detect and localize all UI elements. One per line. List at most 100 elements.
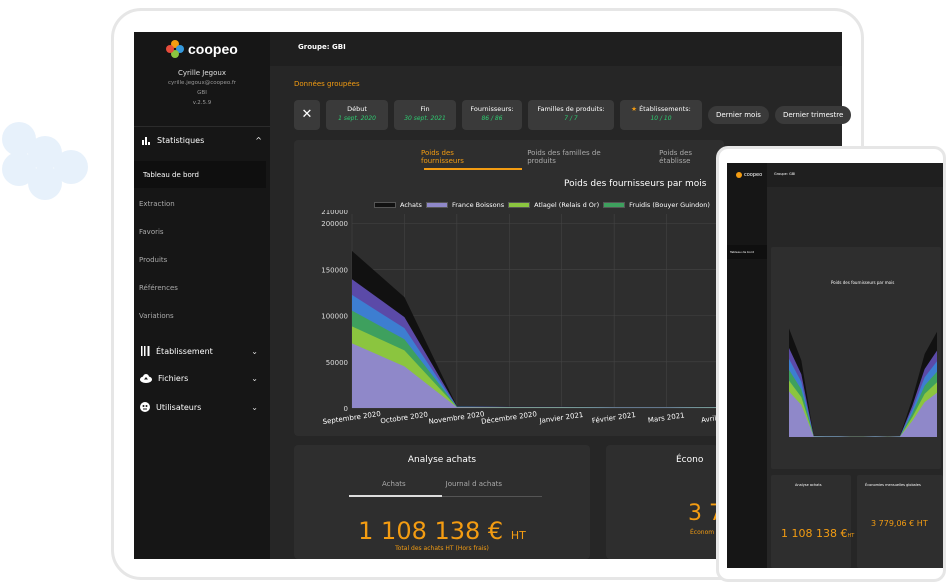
app-version: v.2.5.9	[192, 100, 212, 106]
chevron-down-icon: ⌄	[251, 402, 258, 412]
sidebar-item-label: Établissement	[156, 346, 213, 356]
y-tick-label: 150000	[321, 266, 348, 274]
chart-tabs: Poids des fournisseurs Poids des famille…	[421, 149, 724, 165]
tablet-area-chart	[789, 328, 937, 437]
x-tick-label: Janvier 2021	[538, 411, 584, 425]
legend-label: Atlagel (Relais d Or)	[534, 201, 600, 209]
legend-swatch-france-boissons	[425, 202, 448, 208]
star-icon: ★	[631, 105, 640, 113]
area-chart: 0 50000 100000 150000 200000 210000 Septembre …	[321, 210, 724, 426]
tablet-amount-value: 1 108 138 €	[781, 527, 848, 540]
tablet-screen: coopeo Tableau de bord Groupe: GBI Poids…	[727, 163, 943, 568]
amount-caption: Total des achats HT (Hors frais)	[395, 545, 489, 552]
logo[interactable]: coopeo	[166, 40, 238, 58]
sidebar: coopeo Cyrille Jegoux cyrille.jegoux@coo…	[134, 32, 270, 559]
legend-label: Achats	[400, 201, 422, 209]
chart-panel: Poids des fournisseurs Poids des famille…	[294, 140, 724, 436]
user-group: GBI	[197, 90, 207, 96]
sidebar-item-tableau-de-bord[interactable]: Tableau de bord	[134, 161, 266, 188]
tablet-nav-active[interactable]: Tableau de bord	[727, 245, 767, 259]
filter-value: 10 / 10	[650, 115, 672, 122]
group-label: Groupe: GBI	[298, 43, 346, 51]
tab-poids-fournisseurs[interactable]: Poids des fournisseurs	[421, 149, 497, 165]
tablet-logo-text: coopeo	[744, 172, 763, 178]
tab-underline	[349, 495, 442, 497]
filter-label: Fournisseurs:	[470, 105, 514, 113]
user-block: Cyrille Jegoux cyrille.jegoux@coopeo.fr …	[134, 68, 270, 108]
legend-label: France Boissons	[451, 201, 505, 209]
economy-panel: Écono 3 7 Économ	[606, 445, 723, 559]
tablet-logo: coopeo	[736, 172, 762, 178]
filter-start-date[interactable]: Début 1 sept. 2020	[326, 100, 388, 130]
tablet-analysis-panel: Analyse achats 1 108 138 €HT	[771, 475, 854, 568]
legend-label: Fruidis (Bouyer Guindon)	[629, 201, 710, 209]
tablet-amount-unit: HT	[847, 533, 855, 539]
tab-journal-achats[interactable]: Journal d achats	[446, 480, 502, 488]
sidebar-item-favoris[interactable]: Favoris	[139, 228, 164, 236]
user-name: Cyrille Jegoux	[178, 69, 226, 77]
preset-last-quarter[interactable]: Dernier trimestre	[774, 106, 852, 124]
sidebar-item-extraction[interactable]: Extraction	[139, 200, 175, 208]
filter-suppliers[interactable]: Fournisseurs: 86 / 86	[462, 100, 522, 130]
tablet-amount: 1 108 138 €HT	[781, 527, 854, 540]
y-tick-label: 50000	[326, 359, 348, 367]
tablet-chart-panel: Poids des fournisseurs par mois	[771, 247, 941, 469]
filter-label-text: Établissements:	[639, 105, 691, 113]
filter-label: ★ Établissements:	[628, 104, 694, 114]
tablet-analysis-title: Analyse achats	[795, 483, 822, 487]
cutlery-icon	[141, 346, 150, 356]
logo-icon	[736, 172, 742, 178]
section-title: Données groupées	[294, 80, 360, 88]
analysis-panel: Analyse achats Achats Journal d achats 1…	[294, 445, 590, 559]
bar-chart-icon	[142, 136, 150, 145]
legend-swatch-atlagel	[508, 202, 531, 208]
sidebar-item-etablissement[interactable]: Établissement ⌄	[140, 346, 258, 356]
filter-value: 30 sept. 2021	[404, 115, 446, 122]
y-tick-label: 0	[344, 405, 348, 413]
tab-divider	[442, 496, 542, 497]
chevron-down-icon: ⌄	[251, 346, 258, 356]
sidebar-item-references[interactable]: Références	[139, 284, 178, 292]
tablet-chart-title: Poids des fournisseurs par mois	[831, 280, 895, 285]
preset-last-month[interactable]: Dernier mois	[708, 106, 769, 124]
x-tick-label: Février 2021	[591, 411, 636, 425]
chevron-up-icon: ^	[255, 136, 262, 145]
amount-unit: HT	[510, 529, 526, 542]
economy-title: Écono	[676, 455, 704, 465]
tablet-sidebar: coopeo Tableau de bord	[727, 163, 767, 568]
filter-value: 86 / 86	[481, 115, 503, 122]
x-tick-label: Mars 2021	[647, 411, 685, 424]
x-tick-label: Septembre 2020	[322, 410, 381, 426]
chevron-down-icon: ⌄	[251, 374, 258, 383]
analysis-tabs: Achats Journal d achats	[382, 480, 502, 488]
x-tick-label: Octobre 2020	[380, 411, 429, 426]
x-tick-label: Novembre 2020	[428, 410, 485, 426]
filter-row: ✕ Début 1 sept. 2020 Fin 30 sept. 2021 F…	[294, 100, 852, 130]
logo-icon	[166, 40, 184, 58]
tablet-economy-panel: Économies mensuelles globales 3 779,06 €…	[857, 475, 943, 568]
chart-title: Poids des fournisseurs par mois	[564, 179, 707, 189]
tab-achats[interactable]: Achats	[382, 480, 406, 488]
economy-caption: Économ	[690, 529, 715, 536]
filter-end-date[interactable]: Fin 30 sept. 2021	[394, 100, 456, 130]
sidebar-item-fichiers[interactable]: Fichiers ⌄	[140, 374, 258, 383]
sidebar-item-utilisateurs[interactable]: Utilisateurs ⌄	[140, 402, 258, 412]
tab-poids-familles[interactable]: Poids des familles de produits	[527, 149, 629, 165]
close-button[interactable]: ✕	[294, 100, 320, 130]
filter-product-families[interactable]: Familles de produits: 7 / 7	[528, 100, 614, 130]
user-email: cyrille.jegoux@coopeo.fr	[167, 80, 237, 86]
tablet-economy-title: Économies mensuelles globales	[865, 483, 921, 487]
y-tick-label: 210000	[321, 210, 348, 216]
sidebar-item-statistiques[interactable]: Statistiques ^	[142, 136, 262, 145]
logo-text: coopeo	[188, 41, 238, 57]
tablet-group-label: Groupe: GBI	[774, 172, 796, 176]
x-tick-label: Décembre 2020	[481, 410, 538, 426]
filter-establishments[interactable]: ★ Établissements: 10 / 10	[620, 100, 702, 130]
tablet-economy-amount: 3 779,06 € HT	[871, 519, 928, 528]
filter-value: 1 sept. 2020	[338, 115, 376, 122]
sidebar-item-produits[interactable]: Produits	[139, 256, 167, 264]
sidebar-item-label: Utilisateurs	[156, 402, 202, 412]
tab-poids-etablissements[interactable]: Poids des établisse	[659, 149, 724, 165]
sidebar-item-variations[interactable]: Variations	[139, 312, 174, 320]
y-tick-label: 100000	[321, 313, 348, 321]
